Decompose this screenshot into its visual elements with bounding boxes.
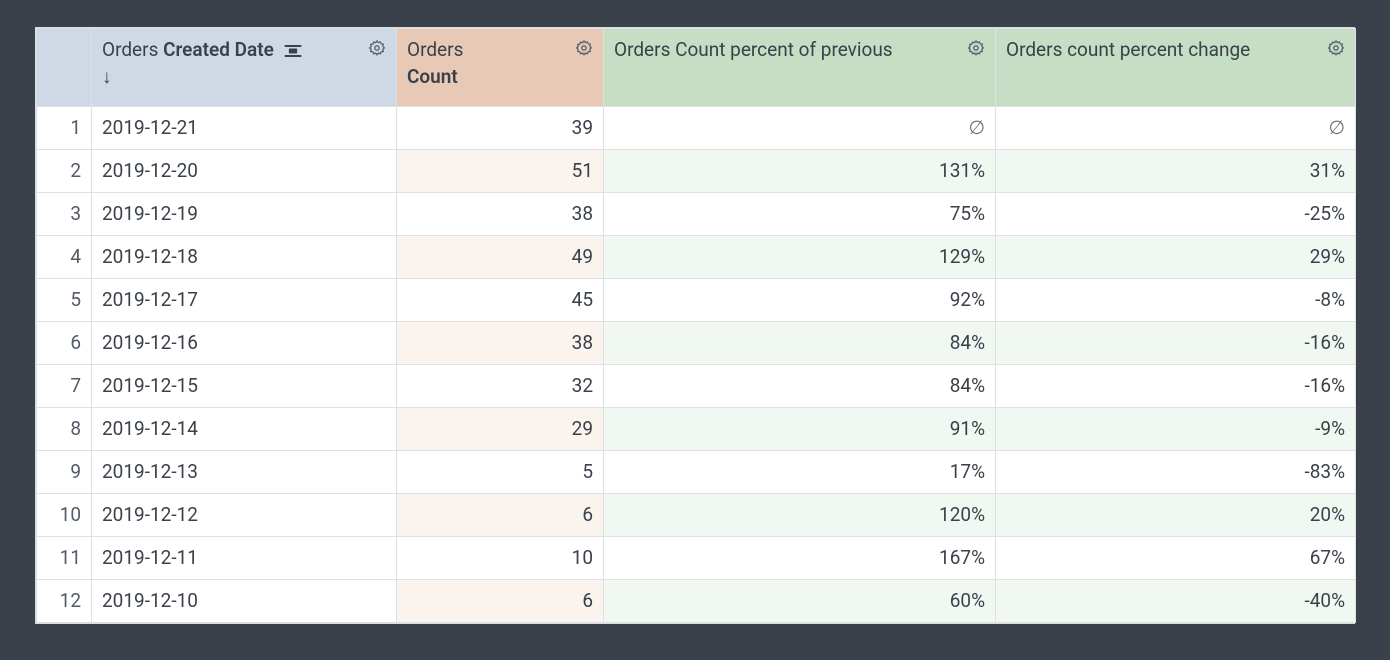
cell-percent-change[interactable]: -25% xyxy=(996,193,1356,236)
table-row[interactable]: 92019-12-13517%-83% xyxy=(37,451,1356,494)
cell-orders-count[interactable]: 6 xyxy=(397,494,604,537)
cell-orders-count[interactable]: 39 xyxy=(397,107,604,150)
table-row[interactable]: 12019-12-2139∅∅ xyxy=(37,107,1356,150)
column-header-chg-label: Orders count percent change xyxy=(1006,38,1250,61)
cell-row-number[interactable]: 7 xyxy=(37,365,92,408)
cell-percent-change[interactable]: -83% xyxy=(996,451,1356,494)
cell-percent-of-previous[interactable]: 91% xyxy=(604,408,996,451)
cell-percent-of-previous[interactable]: 92% xyxy=(604,279,996,322)
cell-created-date[interactable]: 2019-12-14 xyxy=(92,408,397,451)
cell-orders-count[interactable]: 6 xyxy=(397,580,604,623)
cell-row-number[interactable]: 3 xyxy=(37,193,92,236)
cell-row-number[interactable]: 6 xyxy=(37,322,92,365)
cell-percent-of-previous[interactable]: 167% xyxy=(604,537,996,580)
table-row[interactable]: 122019-12-10660%-40% xyxy=(37,580,1356,623)
table-row[interactable]: 82019-12-142991%-9% xyxy=(37,408,1356,451)
cell-percent-change[interactable]: -40% xyxy=(996,580,1356,623)
table-row[interactable]: 102019-12-126120%20% xyxy=(37,494,1356,537)
cell-created-date[interactable]: 2019-12-13 xyxy=(92,451,397,494)
cell-percent-change[interactable]: -9% xyxy=(996,408,1356,451)
cell-orders-count[interactable]: 49 xyxy=(397,236,604,279)
table-row[interactable]: 22019-12-2051131%31% xyxy=(37,150,1356,193)
cell-row-number[interactable]: 9 xyxy=(37,451,92,494)
cell-row-number[interactable]: 2 xyxy=(37,150,92,193)
cell-percent-of-previous[interactable]: 129% xyxy=(604,236,996,279)
cell-created-date[interactable]: 2019-12-15 xyxy=(92,365,397,408)
cell-row-number[interactable]: 12 xyxy=(37,580,92,623)
table-row[interactable]: 52019-12-174592%-8% xyxy=(37,279,1356,322)
cell-percent-of-previous[interactable]: 131% xyxy=(604,150,996,193)
column-header-created-date[interactable]: Orders Created Date xyxy=(92,29,397,107)
cell-created-date[interactable]: 2019-12-16 xyxy=(92,322,397,365)
cell-row-number[interactable]: 11 xyxy=(37,537,92,580)
column-settings-button-count[interactable] xyxy=(573,37,595,59)
cell-percent-of-previous[interactable]: 84% xyxy=(604,365,996,408)
column-settings-button-date[interactable] xyxy=(366,37,388,59)
cell-created-date[interactable]: 2019-12-12 xyxy=(92,494,397,537)
cell-percent-of-previous[interactable]: 75% xyxy=(604,193,996,236)
cell-orders-count[interactable]: 32 xyxy=(397,365,604,408)
table-row[interactable]: 42019-12-1849129%29% xyxy=(37,236,1356,279)
table-row[interactable]: 32019-12-193875%-25% xyxy=(37,193,1356,236)
cell-created-date[interactable]: 2019-12-21 xyxy=(92,107,397,150)
column-header-date-label: Created Date xyxy=(163,38,274,61)
table-row[interactable]: 72019-12-153284%-16% xyxy=(37,365,1356,408)
cell-percent-change[interactable]: -16% xyxy=(996,365,1356,408)
cell-percent-of-previous[interactable]: ∅ xyxy=(604,107,996,150)
cell-orders-count[interactable]: 29 xyxy=(397,408,604,451)
table-row[interactable]: 62019-12-163884%-16% xyxy=(37,322,1356,365)
table-header-row: Orders Created Date xyxy=(37,29,1356,107)
cell-row-number[interactable]: 5 xyxy=(37,279,92,322)
table-row[interactable]: 112019-12-1110167%67% xyxy=(37,537,1356,580)
cell-percent-change[interactable]: -8% xyxy=(996,279,1356,322)
cell-percent-of-previous[interactable]: 60% xyxy=(604,580,996,623)
cell-percent-change[interactable]: 20% xyxy=(996,494,1356,537)
column-header-date-prefix: Orders xyxy=(102,38,158,61)
column-settings-button-chg[interactable] xyxy=(1325,37,1347,59)
sort-descending-icon: ↓ xyxy=(102,65,112,88)
column-header-percent-of-previous[interactable]: Orders Count percent of previous xyxy=(604,29,996,107)
column-header-count[interactable]: Orders Count xyxy=(397,29,604,107)
cell-orders-count[interactable]: 10 xyxy=(397,537,604,580)
cell-percent-change[interactable]: -16% xyxy=(996,322,1356,365)
cell-row-number[interactable]: 10 xyxy=(37,494,92,537)
cell-percent-change[interactable]: 31% xyxy=(996,150,1356,193)
cell-orders-count[interactable]: 38 xyxy=(397,193,604,236)
cell-orders-count[interactable]: 5 xyxy=(397,451,604,494)
cell-orders-count[interactable]: 38 xyxy=(397,322,604,365)
cell-created-date[interactable]: 2019-12-17 xyxy=(92,279,397,322)
cell-percent-change[interactable]: 29% xyxy=(996,236,1356,279)
cell-row-number[interactable]: 4 xyxy=(37,236,92,279)
cell-row-number[interactable]: 1 xyxy=(37,107,92,150)
column-header-pct-label: Orders Count percent of previous xyxy=(614,38,893,61)
pivot-icon xyxy=(283,42,303,60)
cell-percent-of-previous[interactable]: 84% xyxy=(604,322,996,365)
cell-created-date[interactable]: 2019-12-11 xyxy=(92,537,397,580)
cell-percent-change[interactable]: ∅ xyxy=(996,107,1356,150)
column-header-count-prefix: Orders xyxy=(407,38,463,61)
column-header-row-number[interactable] xyxy=(37,29,92,107)
column-settings-button-pct[interactable] xyxy=(965,37,987,59)
data-table-panel: Orders Created Date xyxy=(35,27,1355,624)
cell-orders-count[interactable]: 51 xyxy=(397,150,604,193)
cell-percent-change[interactable]: 67% xyxy=(996,537,1356,580)
cell-created-date[interactable]: 2019-12-18 xyxy=(92,236,397,279)
cell-percent-of-previous[interactable]: 17% xyxy=(604,451,996,494)
cell-created-date[interactable]: 2019-12-20 xyxy=(92,150,397,193)
cell-orders-count[interactable]: 45 xyxy=(397,279,604,322)
cell-percent-of-previous[interactable]: 120% xyxy=(604,494,996,537)
cell-created-date[interactable]: 2019-12-10 xyxy=(92,580,397,623)
cell-created-date[interactable]: 2019-12-19 xyxy=(92,193,397,236)
column-header-percent-change[interactable]: Orders count percent change xyxy=(996,29,1356,107)
column-header-count-label: Count xyxy=(407,65,458,88)
data-table: Orders Created Date xyxy=(36,28,1356,623)
cell-row-number[interactable]: 8 xyxy=(37,408,92,451)
